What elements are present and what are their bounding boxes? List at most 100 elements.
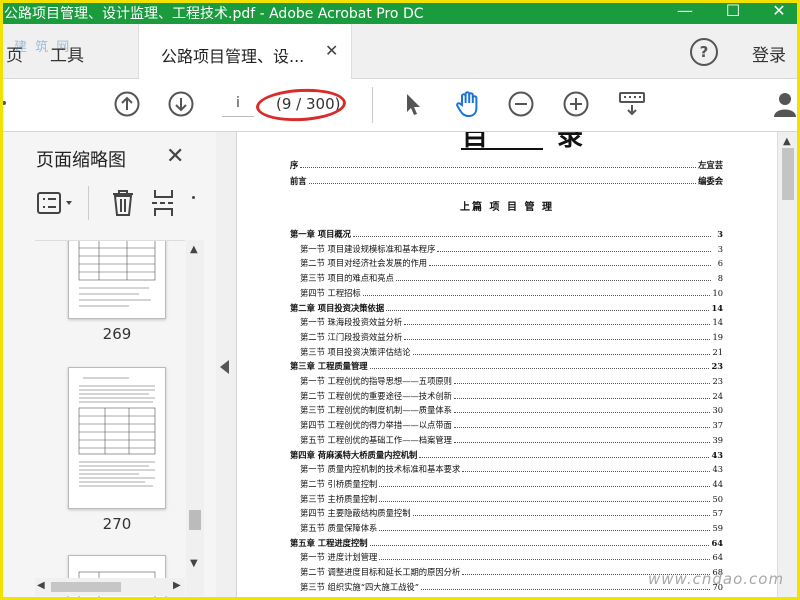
previous-page-icon[interactable] (114, 91, 140, 117)
toc-leader-dots (404, 338, 711, 340)
toc-leader-dots (362, 294, 711, 296)
toc-section-row: 第二节 引桥质量控制 44 (300, 478, 723, 490)
tab-tools[interactable]: 工具 (50, 41, 84, 66)
zoom-in-icon[interactable] (563, 91, 589, 117)
thumbnail-panel: 页面缩略图 ✕ 269 270 ▲ ▼ ◀ ▶ (0, 132, 217, 600)
toc-entry-page: 64 (711, 537, 723, 548)
hscroll-thumb[interactable] (51, 582, 121, 592)
toc-section-row: 第四节 工程招标 10 (300, 287, 723, 299)
toc-chapter-row: 第三章 工程质量管理 23 (290, 360, 723, 372)
toc-entry-label: 第一节 进度计划管理 (300, 552, 378, 563)
toc-chapter-row: 第四章 荷麻溪特大桥质量内控机制 43 (290, 449, 723, 461)
toc-leader-dots (412, 353, 711, 355)
overflow-dot-icon (2, 101, 6, 105)
tab-document[interactable]: 公路项目管理、设... ✕ (138, 24, 352, 79)
scroll-thumb[interactable] (782, 148, 794, 200)
toc-entry-page: 14 (711, 302, 723, 313)
scroll-up-icon[interactable]: ▲ (190, 244, 198, 255)
toc-entry-label: 第三节 项目投资决策评估结论 (300, 346, 411, 357)
close-panel-icon[interactable]: ✕ (166, 144, 184, 169)
toc-section-row: 第一节 进度计划管理 64 (300, 551, 723, 563)
insert-page-icon[interactable] (152, 188, 180, 218)
toc-entry-label: 前言 (290, 176, 307, 186)
toc-entry-label: 第二节 工程创优的重要途径——技术创新 (300, 390, 452, 401)
toc-leader-dots (429, 264, 711, 267)
toc-entry-label: 序 (290, 160, 299, 170)
toc-entry-page: 24 (712, 390, 723, 401)
toc-leader-dots (453, 441, 711, 443)
part-title: 上篇 项 目 管 理 (460, 202, 554, 213)
toc-section-row: 第五节 工程创优的基础工作——档案管理 39 (300, 434, 723, 446)
toc-entry-page: 59 (712, 523, 723, 533)
pdf-page: 目 录 上篇 项 目 管 理 序左宜芸 前言 编委会 第一章 项目概况 3 第一节 项目建… (237, 132, 777, 600)
maximize-button[interactable]: ☐ (710, 0, 756, 24)
thumbnail-page-number: 270 (102, 515, 132, 533)
toc-entry-label: 第四节 工程创优的得力举措——以点带面 (300, 420, 452, 431)
toc-chapter-row: 序 左宜芸 (290, 159, 723, 171)
toc-entry-page: 10 (712, 287, 723, 298)
thumbnail-hscrollbar[interactable]: ◀ ▶ (35, 578, 185, 596)
toc-leader-dots (462, 470, 711, 473)
scroll-right-icon[interactable]: ▶ (173, 580, 181, 591)
toc-leader-dots (379, 558, 711, 561)
toc-section-row: 第三节 项目的难点和亮点 8 (300, 272, 723, 284)
toc-entry-page: 43 (711, 449, 723, 460)
document-view[interactable]: 目 录 上篇 项 目 管 理 序左宜芸 前言 编委会 第一章 项目概况 3 第一节 项目建… (237, 132, 777, 600)
hand-tool-icon[interactable] (454, 89, 484, 119)
toc-entry-label: 第三节 项目的难点和亮点 (300, 273, 394, 284)
window-title: 公路项目管理、设计监理、工程技术.pdf - Adobe Acrobat Pro… (4, 6, 424, 22)
toc-title-underline (461, 148, 543, 150)
document-scrollbar[interactable]: ▲ (777, 132, 798, 598)
toc-section-row: 第五节 质量保障体系 59 (300, 522, 723, 534)
close-window-button[interactable]: ✕ (756, 0, 800, 24)
delete-page-icon[interactable] (110, 188, 136, 218)
help-icon[interactable]: ? (690, 38, 718, 66)
toc-leader-dots (453, 397, 711, 399)
panel-collapse-handle[interactable] (216, 132, 237, 600)
tab-home[interactable]: 页 (6, 41, 23, 66)
toc-entry-page: 14 (712, 317, 723, 328)
toc-entry-label: 第五节 质量保障体系 (300, 523, 378, 533)
thumbnail-page[interactable] (68, 241, 166, 319)
login-button[interactable]: 登录 (752, 41, 786, 66)
toc-entry-label: 第一章 项目概况 (290, 229, 351, 239)
next-page-icon[interactable] (168, 91, 194, 117)
more-tools-dot-icon[interactable] (192, 196, 195, 199)
scroll-down-icon[interactable]: ▼ (190, 558, 198, 569)
zoom-out-icon[interactable] (508, 91, 534, 117)
toc-entry-page: 19 (712, 331, 723, 342)
toc-leader-dots (420, 588, 711, 590)
scroll-thumb[interactable] (189, 510, 201, 530)
toc-entry-label: 第一节 项目建设规模标准和基本程序 (300, 243, 436, 254)
panel-title: 页面缩略图 (36, 150, 126, 171)
toc-section-row: 第二节 项目对经济社会发展的作用 6 (300, 257, 723, 269)
tab-bar: 建 筑 网 页 工具 公路项目管理、设... ✕ ? 登录 (0, 24, 800, 79)
close-tab-icon[interactable]: ✕ (325, 41, 338, 60)
toc-leader-dots (404, 323, 711, 326)
toc-entry-page: 64 (712, 552, 723, 563)
collapse-arrow-icon[interactable] (220, 360, 229, 374)
thumbnail-page[interactable] (68, 367, 166, 509)
keyboard-view-icon[interactable] (618, 91, 646, 117)
thumbnail-options-icon[interactable] (36, 190, 76, 216)
toc-entry-page: 50 (712, 493, 723, 504)
toc-section-row: 第一节 项目建设规模标准和基本程序 3 (300, 243, 723, 255)
toc-entry-page: 44 (712, 478, 723, 489)
toc-leader-dots (352, 235, 711, 237)
toc-chapter-row: 第二章 项目投资决策依据 14 (290, 302, 723, 314)
thumbnail-scrollbar[interactable]: ▲ ▼ (186, 240, 204, 596)
share-user-icon[interactable] (774, 91, 800, 117)
toc-entry-label: 第三节 组织实施“四大施工战役” (300, 581, 419, 592)
minimize-button[interactable]: — (662, 0, 708, 24)
toc-entry-label: 第二节 项目对经济社会发展的作用 (300, 258, 428, 269)
toolbar-divider (372, 87, 373, 123)
select-cursor-icon[interactable] (400, 91, 426, 117)
toc-leader-dots (453, 411, 711, 414)
toc-leader-dots (453, 382, 711, 384)
scroll-left-icon[interactable]: ◀ (37, 580, 45, 591)
toc-chapter-row: 第五章 工程进度控制 64 (290, 537, 723, 549)
scroll-up-icon[interactable]: ▲ (783, 136, 791, 147)
page-number-input[interactable]: i (222, 90, 254, 117)
thumbnail-page-number: 269 (102, 325, 132, 343)
toc-entry-page: 57 (712, 508, 723, 519)
